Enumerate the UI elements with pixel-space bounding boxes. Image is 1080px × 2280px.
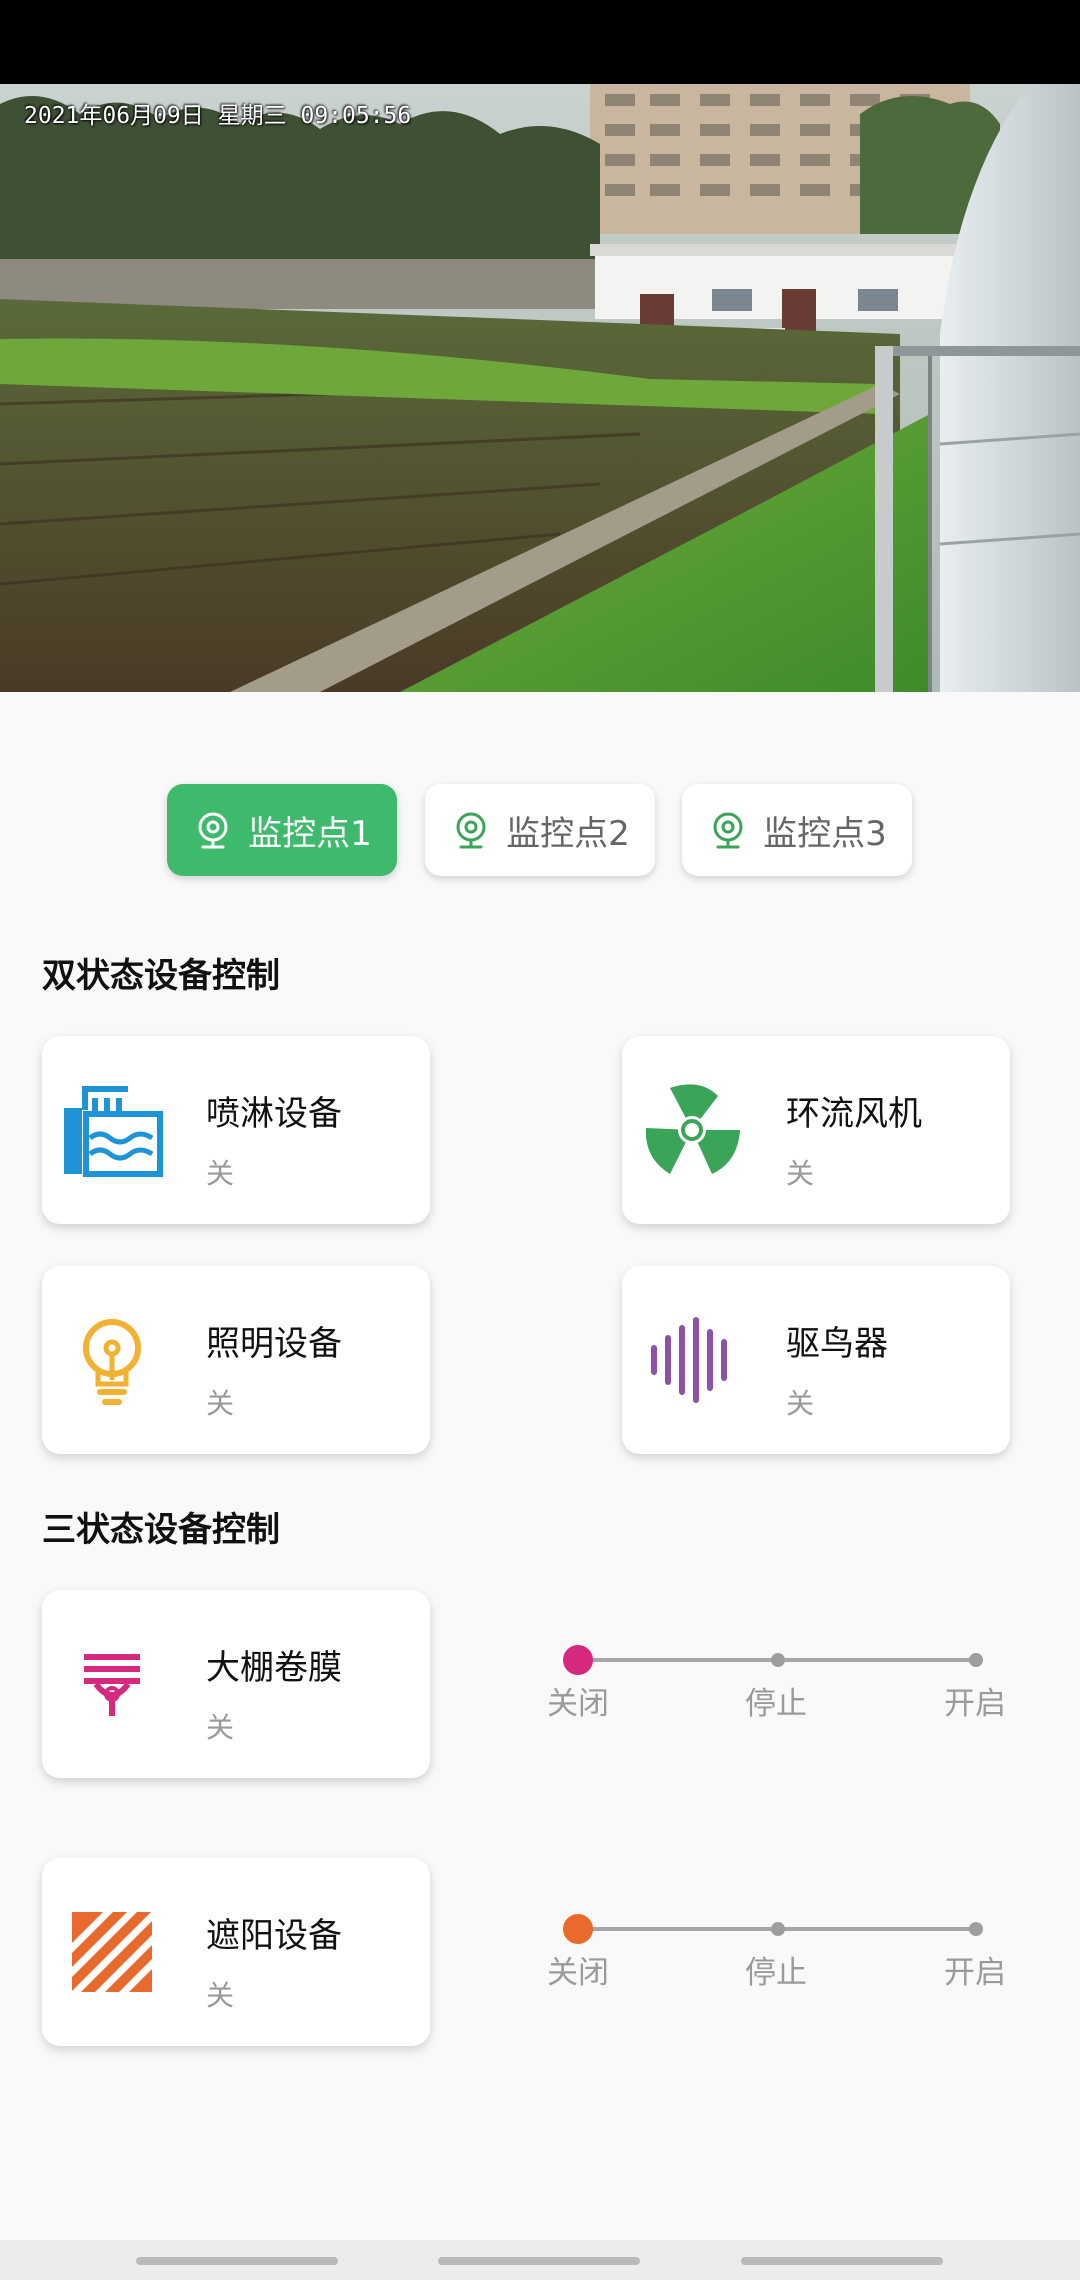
slider-thumb[interactable] (563, 1645, 593, 1675)
fan-icon (640, 1078, 744, 1182)
slider-option-stop[interactable]: 停止 (716, 1947, 836, 1992)
tab-camera-2[interactable]: 监控点2 (425, 784, 655, 876)
slider-option-open[interactable]: 开启 (915, 1678, 1035, 1723)
device-state: 关 (206, 1387, 235, 1420)
tab-camera-2-label: 监控点2 (506, 813, 630, 854)
three-state-section-title: 三状态设备控制 (42, 1510, 280, 1550)
device-state: 关 (206, 1979, 235, 2012)
slider-option-close[interactable]: 关闭 (518, 1678, 638, 1723)
two-state-section-title: 双状态设备控制 (42, 956, 280, 996)
camera-scene (0, 84, 1080, 692)
device-name: 驱鸟器 (786, 1324, 888, 1364)
webcam-icon (192, 809, 234, 851)
webcam-icon (450, 809, 492, 851)
tab-camera-3[interactable]: 监控点3 (682, 784, 912, 876)
device-card-sprinkler[interactable]: 喷淋设备 关 (42, 1036, 430, 1224)
device-card-film-roller[interactable]: 大棚卷膜 关 (42, 1590, 430, 1778)
sprinkler-icon (60, 1078, 164, 1182)
device-name: 喷淋设备 (206, 1094, 342, 1134)
device-name: 照明设备 (206, 1324, 342, 1364)
device-card-fan[interactable]: 环流风机 关 (622, 1036, 1010, 1224)
shade-icon (60, 1900, 164, 2004)
film-roller-mode-slider[interactable]: 关闭 停止 开启 (530, 1640, 1006, 1730)
device-name: 环流风机 (786, 1094, 922, 1134)
slider-stop-dot[interactable] (969, 1922, 983, 1936)
device-name: 遮阳设备 (206, 1916, 342, 1956)
film-roll-icon (60, 1632, 164, 1736)
sound-wave-icon (640, 1308, 744, 1412)
navigation-bar (0, 2240, 1080, 2280)
slider-option-open[interactable]: 开启 (915, 1947, 1035, 1992)
nav-handle-center[interactable] (438, 2257, 640, 2265)
camera-video-feed[interactable]: 2021年06月09日 星期三 09:05:56 (0, 84, 1080, 692)
tab-camera-1[interactable]: 监控点1 (167, 784, 397, 876)
slider-stop-dot[interactable] (969, 1653, 983, 1667)
slider-thumb[interactable] (563, 1914, 593, 1944)
webcam-icon (707, 809, 749, 851)
slider-option-close[interactable]: 关闭 (518, 1947, 638, 1992)
device-state: 关 (786, 1157, 815, 1190)
nav-handle-left[interactable] (136, 2257, 338, 2265)
slider-option-stop[interactable]: 停止 (716, 1678, 836, 1723)
lightbulb-icon (60, 1308, 164, 1412)
device-state: 关 (206, 1711, 235, 1744)
device-state: 关 (786, 1387, 815, 1420)
shade-mode-slider[interactable]: 关闭 停止 开启 (530, 1909, 1006, 1999)
device-state: 关 (206, 1157, 235, 1190)
video-timestamp: 2021年06月09日 星期三 09:05:56 (24, 103, 412, 129)
camera-tabs: 监控点1 监控点2 监控点3 (0, 784, 1080, 876)
status-bar (0, 0, 1080, 84)
device-card-bird-repeller[interactable]: 驱鸟器 关 (622, 1266, 1010, 1454)
slider-stop-dot[interactable] (771, 1653, 785, 1667)
device-card-shade[interactable]: 遮阳设备 关 (42, 1858, 430, 2046)
tab-camera-3-label: 监控点3 (763, 813, 887, 854)
device-card-lighting[interactable]: 照明设备 关 (42, 1266, 430, 1454)
device-name: 大棚卷膜 (206, 1648, 342, 1688)
slider-stop-dot[interactable] (771, 1922, 785, 1936)
tab-camera-1-label: 监控点1 (248, 813, 372, 854)
nav-handle-right[interactable] (741, 2257, 943, 2265)
